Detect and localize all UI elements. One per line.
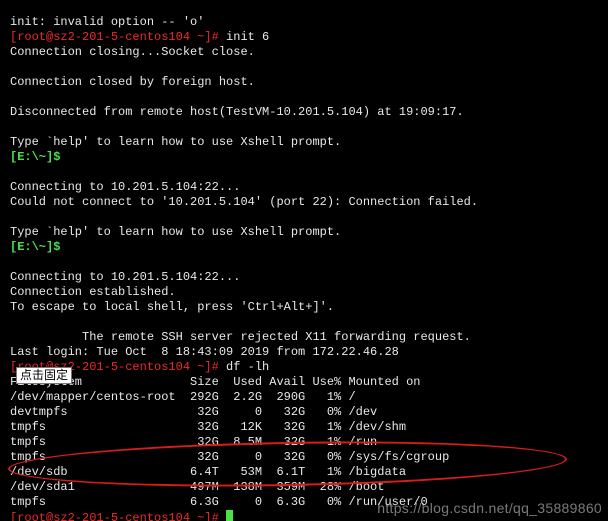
local-prompt: [E:\~]$ — [10, 240, 60, 254]
local-prompt: [E:\~]$ — [10, 150, 60, 164]
cursor — [226, 510, 233, 521]
line: init 6 — [219, 30, 269, 44]
line: Connecting to 10.201.5.104:22... — [10, 180, 240, 194]
line: Connecting to 10.201.5.104:22... — [10, 270, 240, 284]
terminal-output[interactable]: init: invalid option -- 'o' [root@sz2-20… — [0, 0, 608, 521]
line: The remote SSH server rejected X11 forwa… — [82, 330, 471, 344]
shell-prompt: [root@sz2-201-5-centos104 ~]# — [10, 511, 219, 521]
watermark: https://blog.csdn.net/qq_35889860 — [377, 500, 602, 516]
line — [10, 330, 82, 344]
table-row: devtmpfs 32G 0 32G 0% /dev — [10, 405, 377, 419]
line — [60, 150, 67, 164]
shell-prompt: [root@sz2-201-5-centos104 ~]# — [10, 30, 219, 44]
table-row: tmpfs 32G 0 32G 0% /sys/fs/cgroup — [10, 450, 449, 464]
line: Could not connect to '10.201.5.104' (por… — [10, 195, 478, 209]
line — [219, 511, 226, 521]
line: init: invalid option -- 'o' — [10, 15, 204, 29]
line: Connection established. — [10, 285, 176, 299]
line — [60, 240, 67, 254]
table-row: /dev/mapper/centos-root 292G 2.2G 290G 1… — [10, 390, 356, 404]
line: Connection closed by foreign host. — [10, 75, 255, 89]
table-row: tmpfs 6.3G 0 6.3G 0% /run/user/0 — [10, 495, 428, 509]
line: To escape to local shell, press 'Ctrl+Al… — [10, 300, 334, 314]
line: Connection closing...Socket close. — [10, 45, 255, 59]
line: Type `help' to learn how to use Xshell p… — [10, 225, 341, 239]
table-row: tmpfs 32G 8.5M 32G 1% /run — [10, 435, 377, 449]
table-row: /dev/sda1 497M 138M 359M 28% /boot — [10, 480, 384, 494]
pin-tooltip[interactable]: 点击固定 — [16, 367, 72, 384]
table-row: /dev/sdb 6.4T 53M 6.1T 1% /bigdata — [10, 465, 406, 479]
line: Last login: Tue Oct 8 18:43:09 2019 from… — [10, 345, 399, 359]
line: df -lh — [219, 360, 269, 374]
line: Disconnected from remote host(TestVM-10.… — [10, 105, 464, 119]
table-row: tmpfs 32G 12K 32G 1% /dev/shm — [10, 420, 406, 434]
line: Type `help' to learn how to use Xshell p… — [10, 135, 341, 149]
